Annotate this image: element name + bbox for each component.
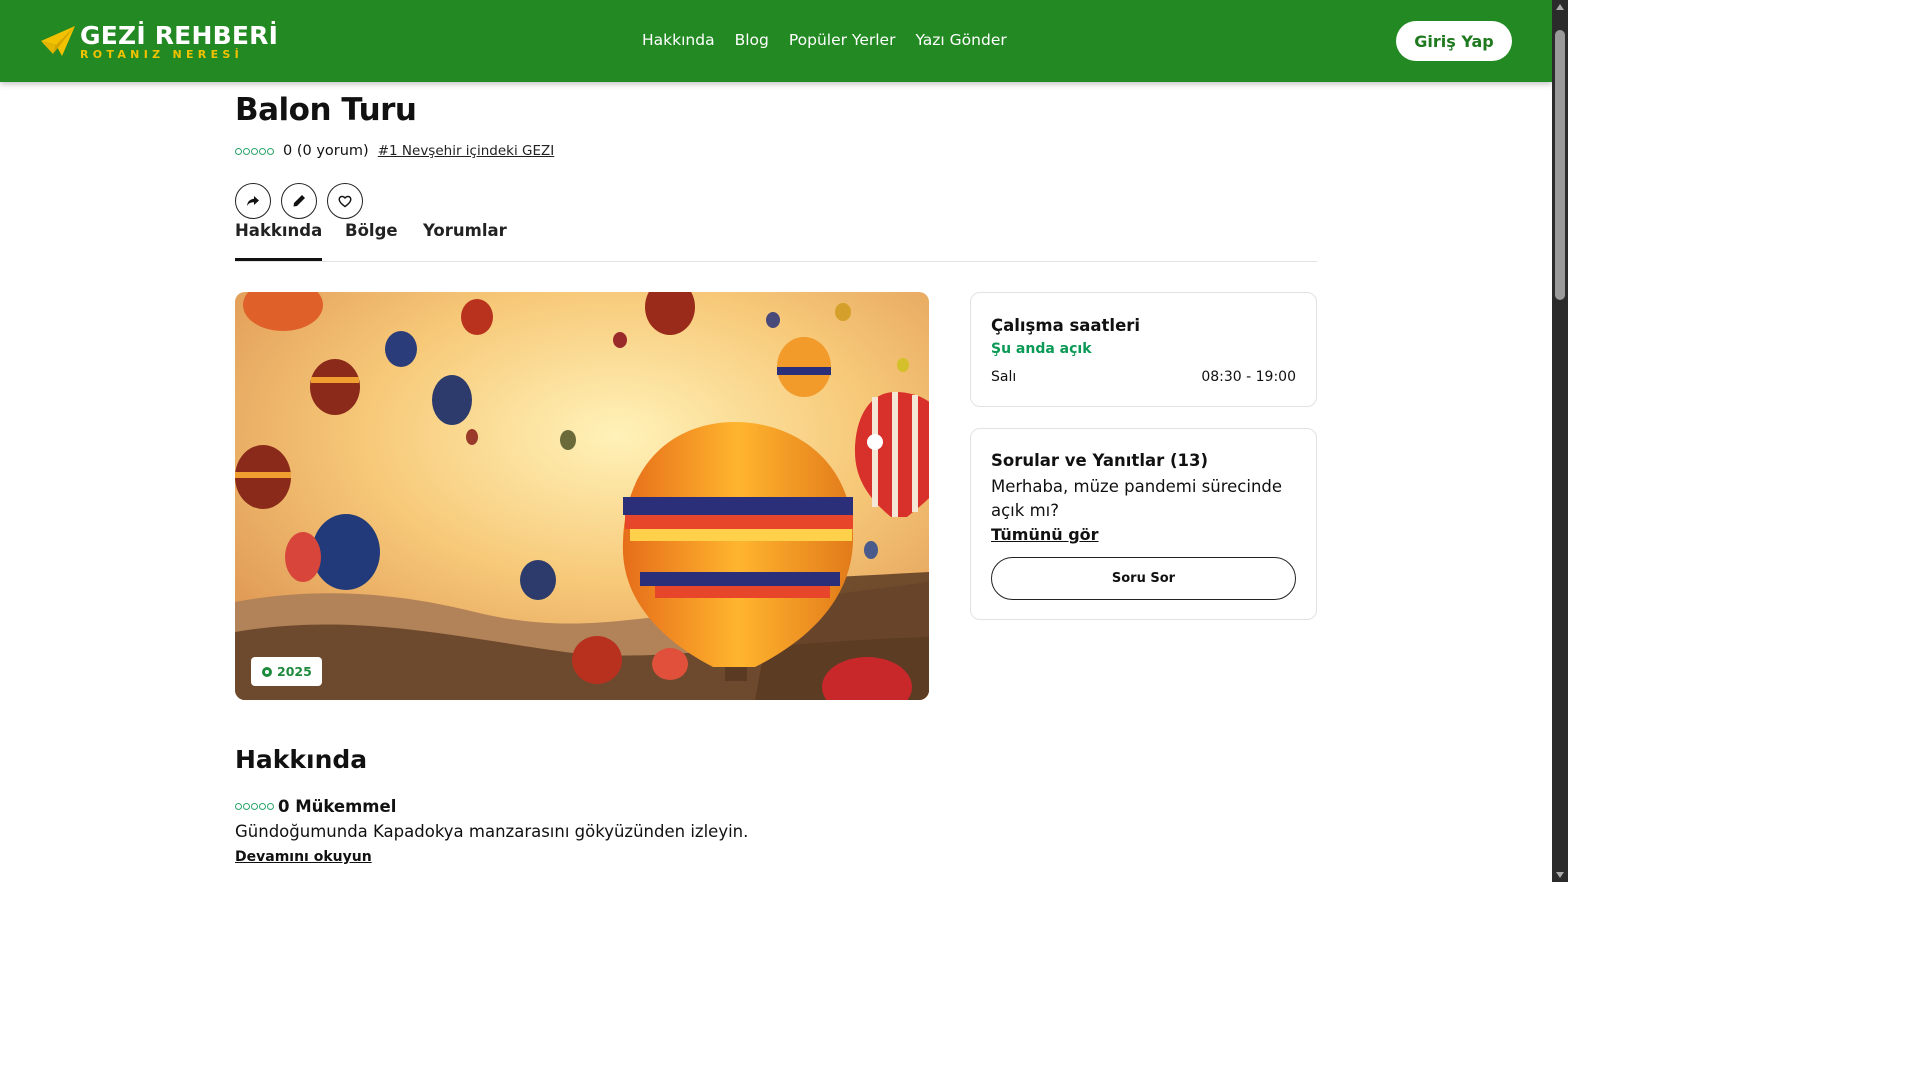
see-all-link[interactable]: Tümünü gör bbox=[991, 525, 1099, 544]
login-button[interactable]: Giriş Yap bbox=[1396, 21, 1512, 61]
top-navigation-bar: GEZİ REHBERİ ROTANIZ NERESİ Hakkında Blo… bbox=[0, 0, 1552, 82]
year-badge: 2025 bbox=[251, 657, 322, 686]
tab-region[interactable]: Bölge bbox=[345, 221, 398, 250]
questions-answers-card: Sorular ve Yanıtlar (13) Merhaba, müze p… bbox=[970, 428, 1317, 620]
nav-link-about[interactable]: Hakkında bbox=[642, 31, 715, 49]
hours-day: Salı bbox=[991, 369, 1017, 385]
year-badge-label: 2025 bbox=[277, 664, 312, 679]
hours-range: 08:30 - 19:00 bbox=[1201, 369, 1296, 385]
ask-question-button[interactable]: Soru Sor bbox=[991, 557, 1296, 600]
rating-count: 0 (0 yorum) bbox=[283, 143, 369, 159]
open-status: Şu anda açık bbox=[991, 341, 1092, 357]
paper-plane-icon bbox=[41, 26, 75, 56]
read-more-link[interactable]: Devamını okuyun bbox=[235, 849, 372, 865]
favorite-button[interactable] bbox=[327, 183, 363, 219]
brand-subtitle: ROTANIZ NERESİ bbox=[80, 47, 244, 61]
award-badge-icon bbox=[262, 666, 272, 677]
hot-air-balloons-photo bbox=[235, 292, 929, 700]
scroll-thumb[interactable] bbox=[1555, 30, 1565, 300]
page-title: Balon Turu bbox=[235, 92, 417, 128]
about-rating: 0 Mükemmel bbox=[235, 797, 396, 816]
qa-title: Sorular ve Yanıtlar (13) bbox=[991, 451, 1209, 470]
share-button[interactable] bbox=[235, 183, 271, 219]
opening-hours-card: Çalışma saatleri Şu anda açık Salı 08:30… bbox=[970, 292, 1317, 407]
rating-dots bbox=[235, 147, 274, 155]
about-heading: Hakkında bbox=[235, 745, 368, 774]
site-logo[interactable]: GEZİ REHBERİ ROTANIZ NERESİ bbox=[40, 20, 278, 62]
about-rating-label: 0 Mükemmel bbox=[278, 797, 397, 816]
pencil-icon bbox=[293, 195, 305, 207]
rank-link[interactable]: #1 Nevşehir içindeki GEZI bbox=[378, 143, 555, 159]
opening-hours-title: Çalışma saatleri bbox=[991, 316, 1141, 335]
nav-link-blog[interactable]: Blog bbox=[735, 31, 769, 49]
brand-title: GEZİ REHBERİ bbox=[80, 20, 279, 50]
edit-button[interactable] bbox=[281, 183, 317, 219]
nav-link-popular-places[interactable]: Popüler Yerler bbox=[789, 31, 896, 49]
page-scrollbar[interactable] bbox=[1552, 0, 1568, 882]
content-tabs: Hakkında Bölge Yorumlar bbox=[235, 221, 1317, 262]
about-rating-dots bbox=[235, 803, 274, 810]
scroll-up-arrow-icon[interactable] bbox=[1556, 4, 1564, 10]
heart-icon bbox=[338, 195, 352, 208]
scroll-down-arrow-icon[interactable] bbox=[1556, 872, 1564, 878]
tab-about[interactable]: Hakkında bbox=[235, 221, 323, 261]
main-nav: Hakkında Blog Popüler Yerler Yazı Gönder bbox=[642, 31, 1007, 49]
about-description: Gündoğumunda Kapadokya manzarasını gökyü… bbox=[235, 822, 749, 841]
tab-reviews[interactable]: Yorumlar bbox=[423, 221, 507, 250]
share-icon bbox=[247, 196, 259, 206]
action-buttons bbox=[235, 183, 363, 219]
hero-image[interactable]: 2025 bbox=[235, 292, 929, 700]
rating-summary: 0 (0 yorum) #1 Nevşehir içindeki GEZI bbox=[235, 143, 554, 159]
nav-link-submit-post[interactable]: Yazı Gönder bbox=[915, 31, 1006, 49]
qa-question: Merhaba, müze pandemi sürecinde açık mı? bbox=[991, 477, 1283, 520]
